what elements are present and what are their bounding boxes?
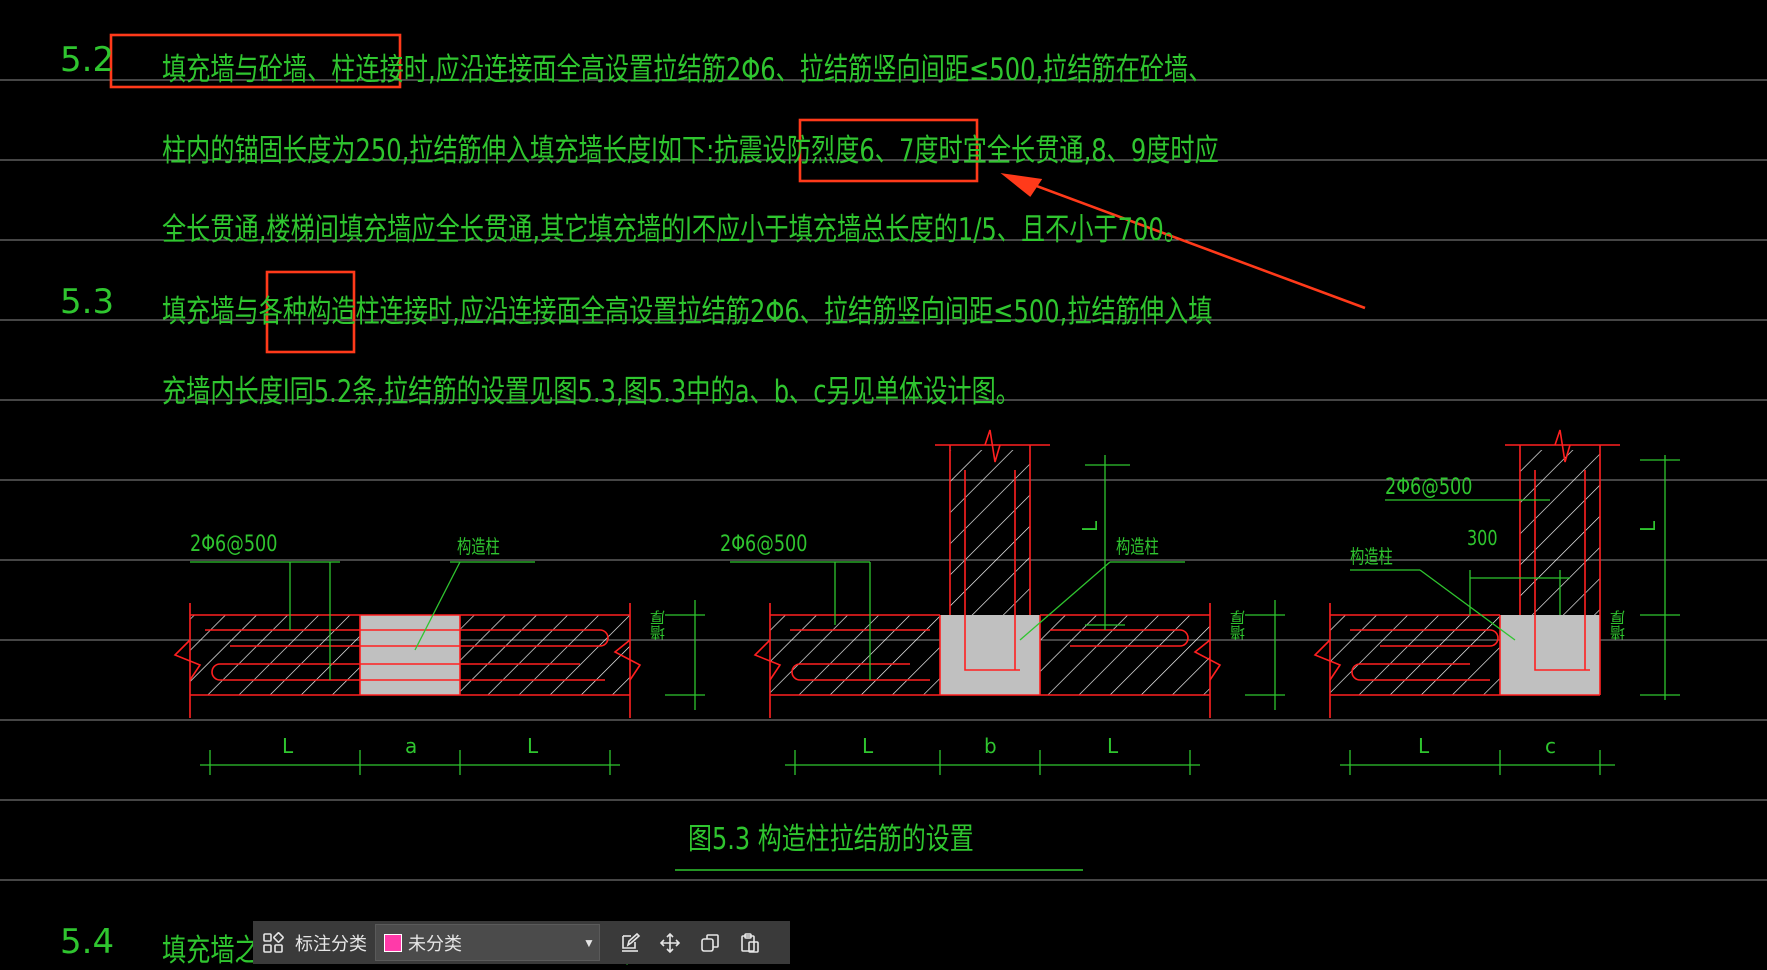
fig-c-dim-1: L bbox=[1418, 734, 1430, 758]
fig-a-thickness-label: 墙厚 bbox=[649, 610, 667, 640]
fig-b-vertical-dim: L bbox=[1078, 520, 1102, 532]
arrow-head bbox=[1000, 173, 1043, 197]
fig-c-column-label: 构造柱 bbox=[1350, 546, 1393, 568]
fig-a-column-label: 构造柱 bbox=[457, 536, 500, 558]
figure-b bbox=[730, 429, 1285, 775]
fig-b-dim-2: b bbox=[984, 734, 997, 758]
fig-b-dim-1: L bbox=[862, 734, 874, 758]
edit-icon[interactable] bbox=[610, 921, 650, 964]
category-select[interactable]: 未分类 ▼ bbox=[375, 924, 600, 961]
para-5-2-line-2: 柱内的锚固长度为250,拉结筋伸入填充墙长度l如下:抗震设防烈度6、7度时宜全长… bbox=[162, 133, 1219, 169]
fig-c-rebar-label: 2Φ6@500 bbox=[1385, 475, 1473, 500]
para-5-2-line-1: 填充墙与砼墙、柱连接时,应沿连接面全高设置拉结筋2Φ6、拉结筋竖向间距≤500,… bbox=[162, 52, 1213, 88]
fig-c-dim-2: c bbox=[1545, 734, 1556, 758]
figure-caption: 图5.3 构造柱拉结筋的设置 bbox=[688, 822, 974, 857]
para-5-2-line-3: 全长贯通,楼梯间填充墙应全长贯通,其它填充墙的l不应小于填充墙总长度的1/5、且… bbox=[162, 212, 1189, 248]
fig-b-column-label: 构造柱 bbox=[1116, 536, 1159, 558]
section-number-5-3: 5.3 bbox=[60, 282, 115, 322]
chevron-down-icon: ▼ bbox=[583, 935, 595, 950]
fig-c-vertical-dim: L bbox=[1636, 520, 1660, 532]
paste-icon[interactable] bbox=[730, 921, 770, 964]
para-5-3-line-2: 充墙内长度l同5.2条,拉结筋的设置见图5.3,图5.3中的a、b、c另见单体设… bbox=[162, 374, 1020, 410]
annotation-category-label: 标注分类 bbox=[295, 933, 367, 954]
move-icon[interactable] bbox=[650, 921, 690, 964]
fig-b-dim-3: L bbox=[1107, 734, 1119, 758]
annotation-toolbar: 标注分类 未分类 ▼ bbox=[253, 921, 790, 964]
fig-c-dim-300: 300 bbox=[1467, 526, 1498, 550]
copy-icon[interactable] bbox=[690, 921, 730, 964]
figure-a bbox=[173, 561, 705, 775]
para-5-3-line-1: 填充墙与各种构造柱连接时,应沿连接面全高设置拉结筋2Φ6、拉结筋竖向间距≤500… bbox=[162, 294, 1213, 330]
grid-lines bbox=[0, 79, 1767, 881]
fig-a-rebar-label: 2Φ6@500 bbox=[190, 532, 278, 557]
fig-b-rebar-label: 2Φ6@500 bbox=[720, 532, 808, 557]
section-number-5-4: 5.4 bbox=[60, 922, 115, 962]
fig-a-dim-2: a bbox=[405, 734, 418, 758]
fig-b-thickness-label: 墙厚 bbox=[1229, 610, 1247, 640]
category-color-swatch bbox=[384, 933, 402, 952]
section-number-5-2: 5.2 bbox=[60, 40, 115, 80]
fig-c-thickness-label: 墙厚 bbox=[1609, 610, 1627, 640]
grid-apps-icon[interactable] bbox=[253, 921, 293, 964]
figure-c bbox=[1313, 429, 1680, 775]
category-select-value: 未分类 bbox=[408, 933, 462, 954]
fig-a-dim-1: L bbox=[282, 734, 294, 758]
fig-a-dim-3: L bbox=[527, 734, 539, 758]
